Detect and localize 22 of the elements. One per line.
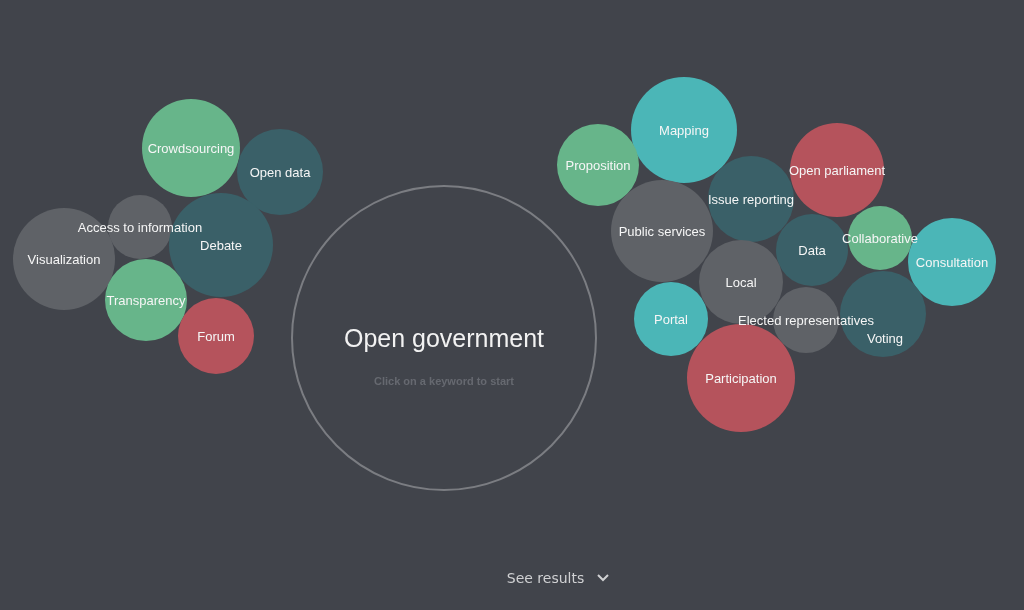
keyword-bubble[interactable] (557, 124, 639, 206)
keyword-label[interactable]: Local (725, 274, 757, 290)
keyword-bubble[interactable] (634, 282, 708, 356)
keyword-label[interactable]: Elected representatives (738, 312, 874, 328)
keyword-label[interactable]: Public services (618, 223, 706, 239)
chevron-down-icon (597, 574, 610, 582)
keyword-label[interactable]: Debate (200, 237, 242, 253)
keyword-label[interactable]: Open data (249, 164, 311, 180)
keyword-bubble[interactable] (699, 240, 783, 324)
keyword-bubble[interactable] (631, 77, 737, 183)
keyword-bubble[interactable] (237, 129, 323, 215)
keyword-label[interactable]: Access to information (77, 219, 203, 235)
keyword-bubble[interactable] (105, 259, 187, 341)
see-results-button[interactable]: See results (506, 567, 610, 589)
keyword-label[interactable]: Participation (705, 370, 777, 386)
keyword-bubble[interactable] (142, 99, 240, 197)
keyword-label[interactable]: Data (798, 242, 826, 258)
keyword-label[interactable]: Forum (197, 328, 235, 344)
keyword-label[interactable]: Issue reporting (708, 191, 794, 207)
keyword-label[interactable]: Visualization (27, 251, 101, 267)
topic-title: Open government (343, 324, 545, 352)
keyword-label[interactable]: Voting (866, 330, 904, 346)
